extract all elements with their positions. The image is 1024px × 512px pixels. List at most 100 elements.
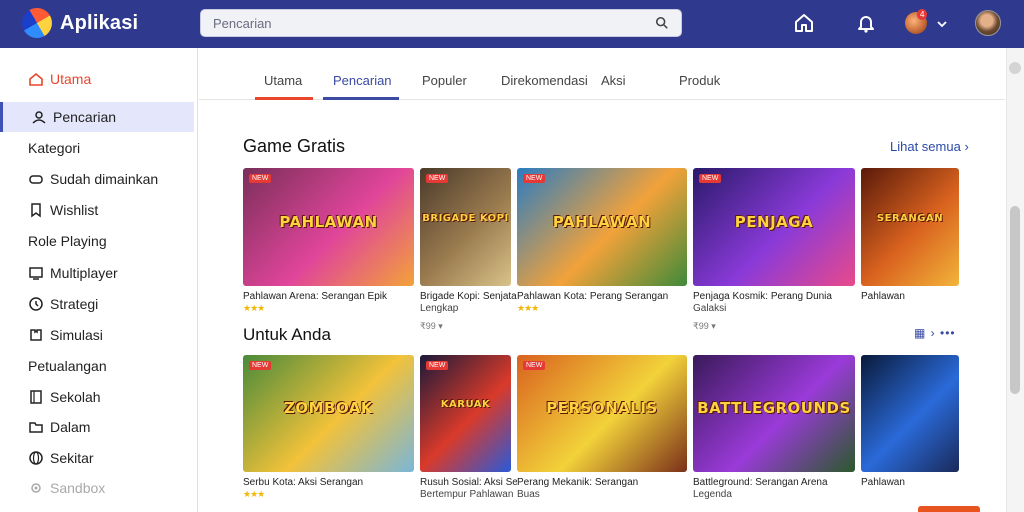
game-card-image[interactable]: NEW PAHLAWAN: [517, 168, 687, 286]
new-badge: NEW: [523, 361, 546, 370]
game-art-title: PAHLAWAN: [552, 213, 652, 231]
folder-icon: [29, 422, 43, 433]
tab-direkomendasi[interactable]: Direkomendasi: [501, 73, 588, 88]
search-icon[interactable]: [655, 16, 669, 30]
game-art-title: PENJAGA: [734, 213, 814, 231]
sidebar-item-label: Kategori: [28, 140, 81, 156]
sidebar-item-label: Sekitar: [50, 450, 94, 466]
game-card-price: ₹99 ▾: [693, 321, 716, 331]
new-badge: NEW: [426, 361, 449, 370]
sidebar-item-label: Petualangan: [28, 358, 107, 374]
sidebar-item-10[interactable]: Sekolah: [0, 382, 194, 412]
puzzle-icon: [30, 329, 42, 341]
top-app-bar: Aplikasi Pencarian 4: [0, 0, 1024, 48]
game-card-image[interactable]: [861, 355, 959, 472]
game-card-price: ₹99 ▾: [420, 321, 443, 331]
search-placeholder: Pencarian: [213, 16, 272, 31]
scroll-up-icon[interactable]: [1009, 62, 1021, 74]
tab-utama[interactable]: Utama: [264, 73, 302, 88]
sidebar-item-0[interactable]: Utama: [0, 64, 194, 94]
sidebar-item-label: Role Playing: [28, 233, 107, 249]
game-card-subtitle: Lengkap: [420, 303, 459, 314]
game-card-title[interactable]: Pahlawan: [861, 291, 965, 302]
game-card-title[interactable]: Pahlawan Arena: Serangan Epik: [243, 291, 420, 302]
sidebar-item-5[interactable]: Role Playing: [0, 226, 194, 256]
app-logo-icon[interactable]: [16, 2, 58, 44]
sidebar-item-8[interactable]: Simulasi: [0, 320, 194, 350]
game-art-title: SERANGAN: [876, 213, 944, 224]
chevron-down-icon[interactable]: [936, 18, 948, 30]
tab-pencarian[interactable]: Pencarian: [333, 73, 392, 88]
home-icon: [29, 72, 43, 86]
new-badge: NEW: [699, 174, 722, 183]
clock-icon: [29, 297, 43, 311]
sidebar-item-label: Wishlist: [50, 202, 99, 218]
sidebar-item-label: Utama: [50, 71, 92, 87]
game-art-title: BRIGADE KOPI: [422, 213, 509, 224]
user-avatar[interactable]: [975, 10, 1001, 36]
new-badge: NEW: [249, 361, 272, 370]
sidebar-item-label: Strategi: [50, 296, 99, 312]
game-card-image[interactable]: NEW KARUAK: [420, 355, 511, 472]
new-badge: NEW: [426, 174, 449, 183]
game-card-image[interactable]: SERANGAN: [861, 168, 959, 286]
game-card-title[interactable]: Rusuh Sosial: Aksi Serangan: [420, 477, 517, 488]
scrollbar-thumb[interactable]: [1010, 206, 1020, 394]
game-card-title[interactable]: Serbu Kota: Aksi Serangan: [243, 477, 420, 488]
bookmark-icon: [31, 203, 41, 218]
sidebar-item-1[interactable]: Pencarian: [0, 102, 194, 132]
section-title-for-you: Untuk Anda: [243, 325, 331, 344]
tab-aksi[interactable]: Aksi: [601, 73, 626, 88]
game-card-subtitle: Buas: [517, 489, 540, 500]
sidebar-item-label: Pencarian: [53, 109, 117, 125]
game-card-image[interactable]: BATTLEGROUNDS: [693, 355, 855, 472]
sidebar-item-3[interactable]: Sudah dimainkan: [0, 164, 194, 194]
sidebar-item-6[interactable]: Multiplayer: [0, 258, 194, 288]
game-card-subtitle: Galaksi: [693, 303, 727, 314]
sidebar-item-4[interactable]: Wishlist: [0, 195, 194, 225]
sidebar-item-11[interactable]: Dalam: [0, 412, 194, 442]
sidebar-item-12[interactable]: Sekitar: [0, 443, 194, 473]
gear-icon: [31, 483, 41, 493]
sidebar-item-7[interactable]: Strategi: [0, 289, 194, 319]
game-card-image[interactable]: NEW ZOMBOAK: [243, 355, 414, 472]
floating-action-button[interactable]: [918, 506, 980, 512]
app-title: Aplikasi: [60, 12, 139, 34]
see-all-link[interactable]: Lihat semua ›: [890, 139, 969, 154]
sidebar-item-label: Sandbox: [50, 480, 106, 496]
game-card-title[interactable]: Penjaga Kosmik: Perang Dunia: [693, 291, 861, 302]
game-card-subtitle: Bertempur Pahlawan: [420, 489, 514, 500]
category-tabs: Utama Pencarian Populer Direkomendasi Ak…: [199, 48, 1005, 100]
game-card-title[interactable]: Pahlawan: [861, 477, 965, 488]
game-art-title: PAHLAWAN: [279, 213, 378, 231]
game-card-image[interactable]: NEW PERSONALIS: [517, 355, 687, 472]
sidebar-item-label: Dalam: [50, 419, 91, 435]
controller-icon: [29, 175, 43, 184]
search-input[interactable]: Pencarian: [200, 9, 682, 37]
bell-icon[interactable]: [855, 12, 877, 34]
game-card-title[interactable]: Pahlawan Kota: Perang Serangan: [517, 291, 693, 302]
game-card-image[interactable]: NEW BRIGADE KOPI: [420, 168, 511, 286]
sidebar-item-2[interactable]: Kategori: [0, 133, 194, 163]
game-art-title: ZOMBOAK: [283, 399, 374, 417]
tab-produk[interactable]: Produk: [679, 73, 720, 88]
sidebar-item-label: Sudah dimainkan: [50, 171, 159, 187]
section-title-free-games: Game Gratis: [243, 136, 346, 156]
tab-populer[interactable]: Populer: [422, 73, 467, 88]
home-icon[interactable]: [793, 12, 815, 34]
book-icon: [30, 390, 42, 404]
game-card-title[interactable]: Brigade Kopi: Senjata: [420, 291, 517, 302]
view-options-icon[interactable]: ▦ › •••: [914, 326, 956, 340]
game-card-image[interactable]: NEW PENJAGA: [693, 168, 855, 286]
rating-stars-icon: ★★★: [243, 489, 265, 499]
game-card-title[interactable]: Perang Mekanik: Serangan: [517, 477, 693, 488]
game-art-title: BATTLEGROUNDS: [697, 399, 851, 417]
sidebar-item-13[interactable]: Sandbox: [0, 473, 194, 503]
game-art-title: KARUAK: [440, 399, 491, 410]
new-badge: NEW: [523, 174, 546, 183]
game-card-image[interactable]: NEW PAHLAWAN: [243, 168, 414, 286]
sidebar-item-9[interactable]: Petualangan: [0, 351, 194, 381]
game-card-title[interactable]: Battleground: Serangan Arena: [693, 477, 861, 488]
sidebar-item-label: Multiplayer: [50, 265, 118, 281]
tab-active-indicator: [323, 97, 399, 100]
